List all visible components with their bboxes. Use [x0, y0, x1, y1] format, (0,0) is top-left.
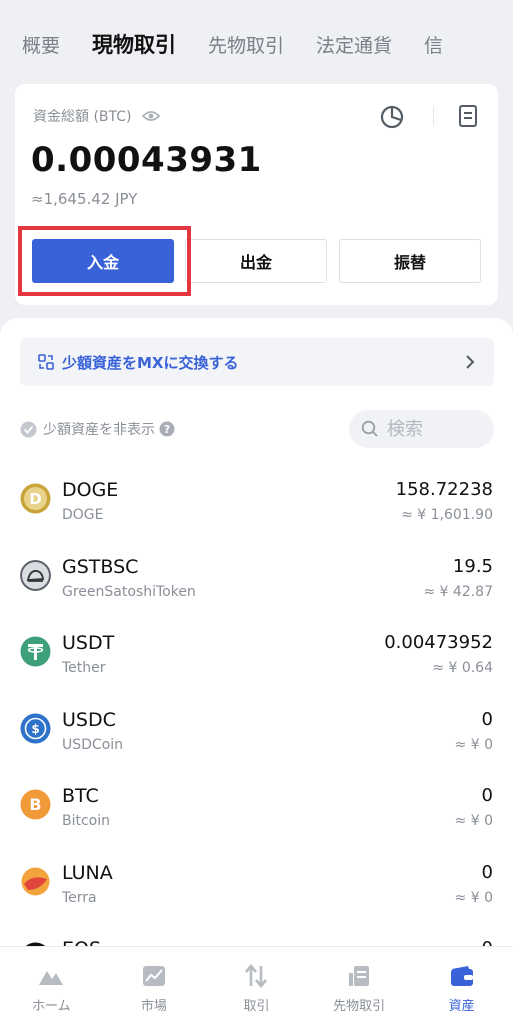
coin-amount: 158.72238	[395, 479, 493, 500]
coin-jpy-value: ≈ ¥ 1,601.90	[401, 507, 493, 523]
coin-name: GreenSatoshiToken	[62, 583, 196, 600]
coin-row-btc[interactable]: B BTC Bitcoin 0 ≈ ¥ 0	[0, 779, 513, 856]
total-balance-jpy: ≈1,645.42 JPY	[31, 190, 138, 208]
coin-name: Terra	[62, 889, 97, 906]
doge-icon: D	[20, 483, 51, 514]
asset-panel: 少額資産をMXに交換する 少額資産を非表示 ? D	[0, 318, 513, 973]
hide-small-assets-label: 少額資産を非表示	[43, 422, 155, 438]
coin-jpy-value: ≈ ¥ 42.87	[423, 583, 493, 600]
nav-trade[interactable]: 取引	[205, 947, 308, 1024]
coin-jpy-value: ≈ ¥ 0	[454, 736, 493, 753]
coin-symbol: USDT	[62, 632, 115, 654]
coin-amount: 0	[481, 708, 493, 730]
transfer-button[interactable]: 振替	[339, 239, 481, 283]
coin-row-gstbsc[interactable]: GSTBSC GreenSatoshiToken 19.5 ≈ ¥ 42.87	[0, 550, 513, 627]
svg-text:?: ?	[164, 423, 170, 436]
tab-spot[interactable]: 現物取引	[92, 29, 176, 59]
coin-amount: 0	[481, 785, 493, 806]
deposit-button[interactable]: 入金	[32, 239, 174, 283]
coin-name: USDCoin	[62, 736, 124, 753]
coin-row-usdc[interactable]: $ USDC USDCoin 0 ≈ ¥ 0	[0, 703, 513, 780]
banner-text: 少額資産をMXに交換する	[62, 353, 239, 372]
coin-row-usdt[interactable]: USDT Tether 0.00473952 ≈ ¥ 0.64	[0, 626, 513, 703]
nav-market[interactable]: 市場	[103, 947, 206, 1024]
total-balance-value: 0.00043931	[31, 140, 262, 180]
trade-icon	[245, 963, 268, 989]
svg-text:D: D	[29, 490, 41, 508]
home-icon	[39, 971, 64, 985]
help-icon[interactable]: ?	[159, 421, 175, 437]
market-icon	[142, 966, 165, 986]
coin-name: Bitcoin	[62, 813, 111, 829]
nav-label: 取引	[243, 999, 270, 1014]
coin-amount: 0	[481, 861, 493, 883]
coin-name: Tether	[62, 660, 106, 676]
icon-divider	[433, 106, 434, 126]
coin-symbol: GSTBSC	[62, 555, 139, 578]
check-circle-icon[interactable]	[20, 421, 37, 438]
coin-symbol: USDC	[62, 708, 116, 731]
wallet-icon	[450, 966, 473, 986]
nav-home[interactable]: ホーム	[0, 947, 103, 1024]
search-input[interactable]	[387, 418, 487, 440]
convert-small-assets-banner[interactable]: 少額資産をMXに交換する	[20, 338, 494, 386]
coin-jpy-value: ≈ ¥ 0	[454, 889, 493, 906]
tether-icon	[20, 636, 51, 667]
coin-row-luna[interactable]: LUNA Terra 0 ≈ ¥ 0	[0, 856, 513, 933]
search-box[interactable]	[349, 410, 494, 448]
tab-overview[interactable]: 概要	[22, 31, 60, 58]
svg-text:B: B	[29, 795, 41, 814]
document-icon[interactable]	[457, 104, 479, 128]
total-balance-label-text: 資金総額 (BTC)	[33, 109, 132, 125]
eye-icon[interactable]	[141, 110, 160, 122]
usdc-icon: $	[20, 713, 51, 743]
tab-futures[interactable]: 先物取引	[208, 31, 284, 58]
coin-list: D DOGE DOGE 158.72238 ≈ ¥ 1,601.90 GSTBS…	[0, 473, 513, 1009]
coin-jpy-value: ≈ ¥ 0.64	[432, 660, 493, 676]
balance-card: 資金総額 (BTC) 0.00043931 ≈1,645.42 JPY 入金 出…	[15, 84, 498, 305]
coin-row-doge[interactable]: D DOGE DOGE 158.72238 ≈ ¥ 1,601.90	[0, 473, 513, 550]
coin-symbol: DOGE	[62, 479, 119, 501]
pie-chart-icon[interactable]	[379, 103, 405, 129]
bottom-nav: ホーム 市場 取引 先物取引 資産	[0, 946, 513, 1024]
swap-icon	[38, 354, 54, 370]
total-balance-label: 資金総額 (BTC)	[33, 106, 160, 126]
nav-assets[interactable]: 資産	[410, 947, 513, 1024]
hide-small-assets-toggle[interactable]: 少額資産を非表示 ?	[20, 419, 175, 439]
coin-symbol: LUNA	[62, 861, 113, 884]
tab-fiat[interactable]: 法定通貨	[316, 31, 392, 58]
coin-jpy-value: ≈ ¥ 0	[454, 813, 493, 829]
tab-credit[interactable]: 信	[424, 31, 443, 58]
chevron-right-icon	[466, 355, 475, 369]
coin-symbol: BTC	[62, 785, 99, 807]
gst-icon	[20, 559, 51, 591]
withdraw-button[interactable]: 出金	[185, 239, 327, 283]
nav-label: 資産	[448, 999, 475, 1014]
search-icon	[361, 420, 378, 437]
nav-label: ホーム	[31, 999, 71, 1014]
svg-text:$: $	[31, 722, 39, 736]
nav-label: 市場	[140, 999, 167, 1014]
nav-label: 先物取引	[333, 999, 386, 1014]
luna-icon	[21, 867, 50, 895]
nav-futures[interactable]: 先物取引	[308, 947, 411, 1024]
coin-name: DOGE	[62, 507, 104, 523]
futures-icon	[349, 966, 370, 986]
top-tabs: 概要 現物取引 先物取引 法定通貨 信	[0, 0, 513, 88]
coin-amount: 0.00473952	[384, 632, 493, 653]
coin-amount: 19.5	[452, 555, 493, 577]
bitcoin-icon: B	[20, 789, 51, 820]
